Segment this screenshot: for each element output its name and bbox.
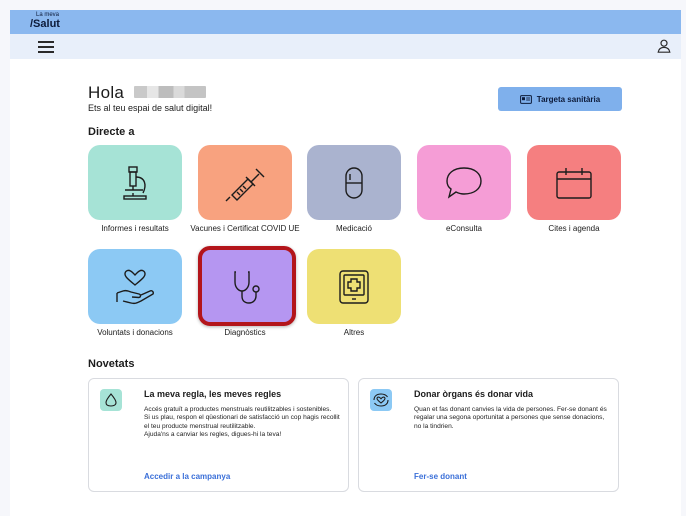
heart-cycle-icon [373,393,389,407]
tile-label: Vacunes i Certificat COVID UE [190,224,300,233]
menu-icon[interactable] [38,41,54,53]
heart-hand-icon [116,269,154,304]
tile-medicacio[interactable] [307,145,401,220]
news-card-title: La meva regla, les meves regles [144,389,282,399]
news-card-badge [100,389,122,411]
news-card-body: Quan et fas donant canvies la vida de pe… [414,406,607,430]
greeting-hello: Hola [88,83,125,102]
la-meva-salut-logo[interactable]: La meva /Salut [30,12,60,30]
tile-label: Diagnòstics [224,328,266,337]
logo-main-text: /Salut [30,18,60,30]
tile-voluntats-donacions[interactable] [88,249,182,324]
news-heading: Novetats [88,358,135,370]
tile-label: Altres [343,328,365,337]
health-card-button[interactable]: Targeta sanitària [498,87,622,111]
tile-vacunes-certificat[interactable] [198,145,292,220]
tile-label: Voluntats i donacions [97,328,173,337]
health-card-label: Targeta sanitària [536,94,601,104]
top-bar: La meva /Salut [10,10,681,34]
user-profile-icon[interactable] [657,39,671,53]
nav-bar [10,34,681,59]
news-card-regla[interactable]: La meva regla, les meves regles Accés gr… [88,378,349,492]
tablet-plus-icon [339,269,369,304]
news-card-link[interactable]: Accedir a la campanya [144,472,230,481]
id-card-icon [519,94,532,104]
calendar-icon [556,167,592,199]
news-card-title: Donar òrgans és donar vida [414,389,534,399]
tile-label: Medicació [335,224,372,233]
tile-cites-agenda[interactable] [527,145,621,220]
microscope-icon [123,165,147,200]
tile-label: Informes i resultats [101,224,169,233]
greeting-subtitle: Ets al teu espai de salut digital! [88,103,213,113]
news-card-badge [370,389,392,411]
tile-altres[interactable] [307,249,401,324]
tile-econsulta[interactable] [417,145,511,220]
app-page: La meva /Salut Hola Ets al teu espai de … [10,10,681,516]
news-card-link[interactable]: Fer-se donant [414,472,467,481]
direct-access-heading: Directe a [88,126,135,138]
news-card-body: Accés gratuït a productes menstruals reu… [144,406,340,439]
syringe-icon [225,168,265,201]
tile-label: Cites i agenda [548,224,600,233]
chat-bubble-icon [446,166,482,199]
tile-informes-resultats[interactable] [88,145,182,220]
drop-icon [105,393,117,407]
user-name-redacted [134,86,206,98]
selected-tile-highlight [198,246,296,326]
tile-label: eConsulta [445,224,483,233]
pill-icon [345,166,363,199]
news-card-organs[interactable]: Donar òrgans és donar vida Quan et fas d… [358,378,619,492]
